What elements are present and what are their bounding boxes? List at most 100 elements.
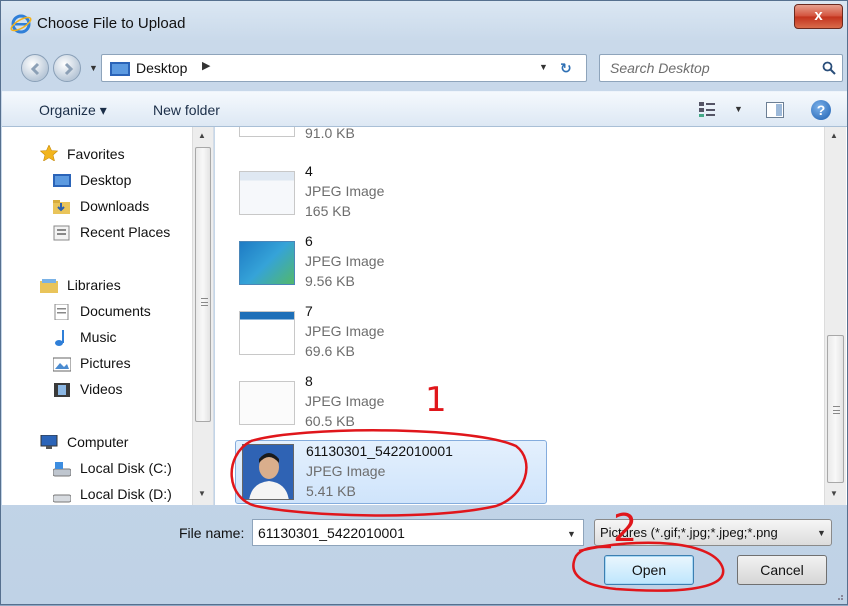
file-type: JPEG Image [306,463,386,479]
file-thumbnail [239,127,295,137]
person-photo-icon [243,445,293,499]
nav-music[interactable]: Music [80,329,117,345]
scroll-up-arrow-icon[interactable]: ▲ [198,131,206,140]
file-item[interactable]: 8 JPEG Image 60.5 KB [235,371,547,435]
file-item[interactable]: 4 JPEG Image 165 KB [235,161,547,225]
favorites-star-icon [40,145,58,161]
scroll-down-arrow-icon[interactable]: ▼ [198,489,206,498]
help-icon[interactable]: ? [811,100,831,120]
file-list-scrollbar[interactable]: ▲ ▼ [824,127,846,505]
file-thumbnail [239,171,295,215]
search-icon[interactable] [822,61,836,75]
file-item[interactable]: 91.0 KB [235,127,547,147]
open-button[interactable]: Open [604,555,694,585]
videos-icon [54,383,70,397]
scrollbar-thumb[interactable] [827,335,844,483]
file-name: 8 [305,373,313,389]
search-placeholder: Search Desktop [610,60,710,76]
scrollbar-grip-icon [833,406,840,414]
file-type: JPEG Image [305,393,385,409]
pictures-icon [53,357,71,372]
scroll-down-arrow-icon[interactable]: ▼ [830,489,838,498]
resize-grip-icon[interactable] [834,591,844,601]
file-list: 91.0 KB 4 JPEG Image 165 KB 6 JPEG Image… [215,127,847,505]
nav-local-disk-d[interactable]: Local Disk (D:) [80,486,172,502]
documents-icon [54,304,69,320]
nav-desktop[interactable]: Desktop [80,172,131,188]
file-name-label: File name: [179,525,245,541]
view-options-dropdown-icon[interactable]: ▼ [734,104,743,114]
file-thumbnail [239,241,295,285]
address-bar[interactable]: Desktop ▶ ▼ ↻ [101,54,587,82]
scrollbar-grip-icon [201,298,208,306]
file-size: 165 KB [305,203,351,219]
cancel-button[interactable]: Cancel [737,555,827,585]
desktop-icon [53,174,71,187]
photo-thumbnail [242,444,294,500]
file-item[interactable]: 6 JPEG Image 9.56 KB [235,231,547,295]
file-thumbnail [239,381,295,425]
nav-downloads[interactable]: Downloads [80,198,149,214]
file-type: JPEG Image [305,253,385,269]
close-button[interactable]: x [794,4,843,29]
file-name-value[interactable]: 61130301_5422010001 [258,525,405,541]
address-history-dropdown-icon[interactable]: ▼ [539,62,548,72]
file-type-filter-value: Pictures (*.gif;*.jpg;*.jpeg;*.png [600,525,778,540]
file-name: 61130301_5422010001 [306,443,453,459]
nav-documents[interactable]: Documents [80,303,151,319]
refresh-icon[interactable]: ↻ [560,60,572,77]
nav-libraries[interactable]: Libraries [67,277,121,293]
forward-button[interactable] [53,54,81,82]
back-button[interactable] [21,54,49,82]
command-bar: Organize ▾ New folder ▼ ? [2,91,847,127]
title-bar[interactable]: Choose File to Upload x [1,1,847,45]
back-arrow-icon [30,62,40,76]
navigation-scrollbar[interactable]: ▲ ▼ [192,127,213,505]
file-name: 7 [305,303,313,319]
nav-local-disk-c[interactable]: Local Disk (C:) [80,460,172,476]
nav-pictures[interactable]: Pictures [80,355,131,371]
file-size: 69.6 KB [305,343,355,359]
file-dialog-window: Choose File to Upload x ▼ Desktop ▶ ▼ ↻ … [0,0,848,605]
file-size: 60.5 KB [305,413,355,429]
file-size: 5.41 KB [306,483,356,499]
local-disk-d-icon [53,494,71,503]
navigation-pane: Favorites Desktop Downloads Recent Place… [2,127,214,505]
file-name: 6 [305,233,313,249]
local-disk-c-icon [53,462,71,477]
file-size: 9.56 KB [305,273,355,289]
address-location[interactable]: Desktop [136,60,187,76]
desktop-icon [110,62,130,76]
scroll-up-arrow-icon[interactable]: ▲ [830,131,838,140]
file-name-dropdown-icon[interactable]: ▼ [567,529,576,539]
file-name-input[interactable]: 61130301_5422010001 ▼ [252,519,584,546]
preview-pane-icon[interactable] [766,102,784,118]
nav-favorites[interactable]: Favorites [67,146,125,162]
filter-dropdown-icon[interactable]: ▼ [817,528,826,538]
downloads-folder-icon [53,200,70,214]
internet-explorer-icon [10,14,32,34]
nav-videos[interactable]: Videos [80,381,123,397]
new-folder-button[interactable]: New folder [153,102,220,118]
file-size: 91.0 KB [305,127,355,141]
file-thumbnail [239,311,295,355]
search-input[interactable]: Search Desktop [599,54,843,82]
window-title: Choose File to Upload [37,15,186,32]
file-type-filter-select[interactable]: Pictures (*.gif;*.jpg;*.jpeg;*.png ▼ [594,519,832,546]
recent-pages-chevron-down-icon[interactable]: ▼ [89,63,98,73]
recent-places-icon [53,225,70,241]
change-view-icon[interactable] [698,100,716,118]
nav-recent-places[interactable]: Recent Places [80,224,170,240]
file-item-selected[interactable]: 61130301_5422010001 JPEG Image 5.41 KB [235,440,547,504]
file-name: 4 [305,163,313,179]
scrollbar-thumb[interactable] [195,147,211,422]
music-note-icon [55,330,64,346]
breadcrumb-chevron-icon[interactable]: ▶ [202,59,210,72]
file-type: JPEG Image [305,323,385,339]
file-item[interactable]: 7 JPEG Image 69.6 KB [235,301,547,365]
libraries-icon [40,279,58,293]
organize-button[interactable]: Organize ▾ [39,102,107,119]
nav-computer[interactable]: Computer [67,434,128,450]
computer-icon [40,435,58,449]
file-type: JPEG Image [305,183,385,199]
